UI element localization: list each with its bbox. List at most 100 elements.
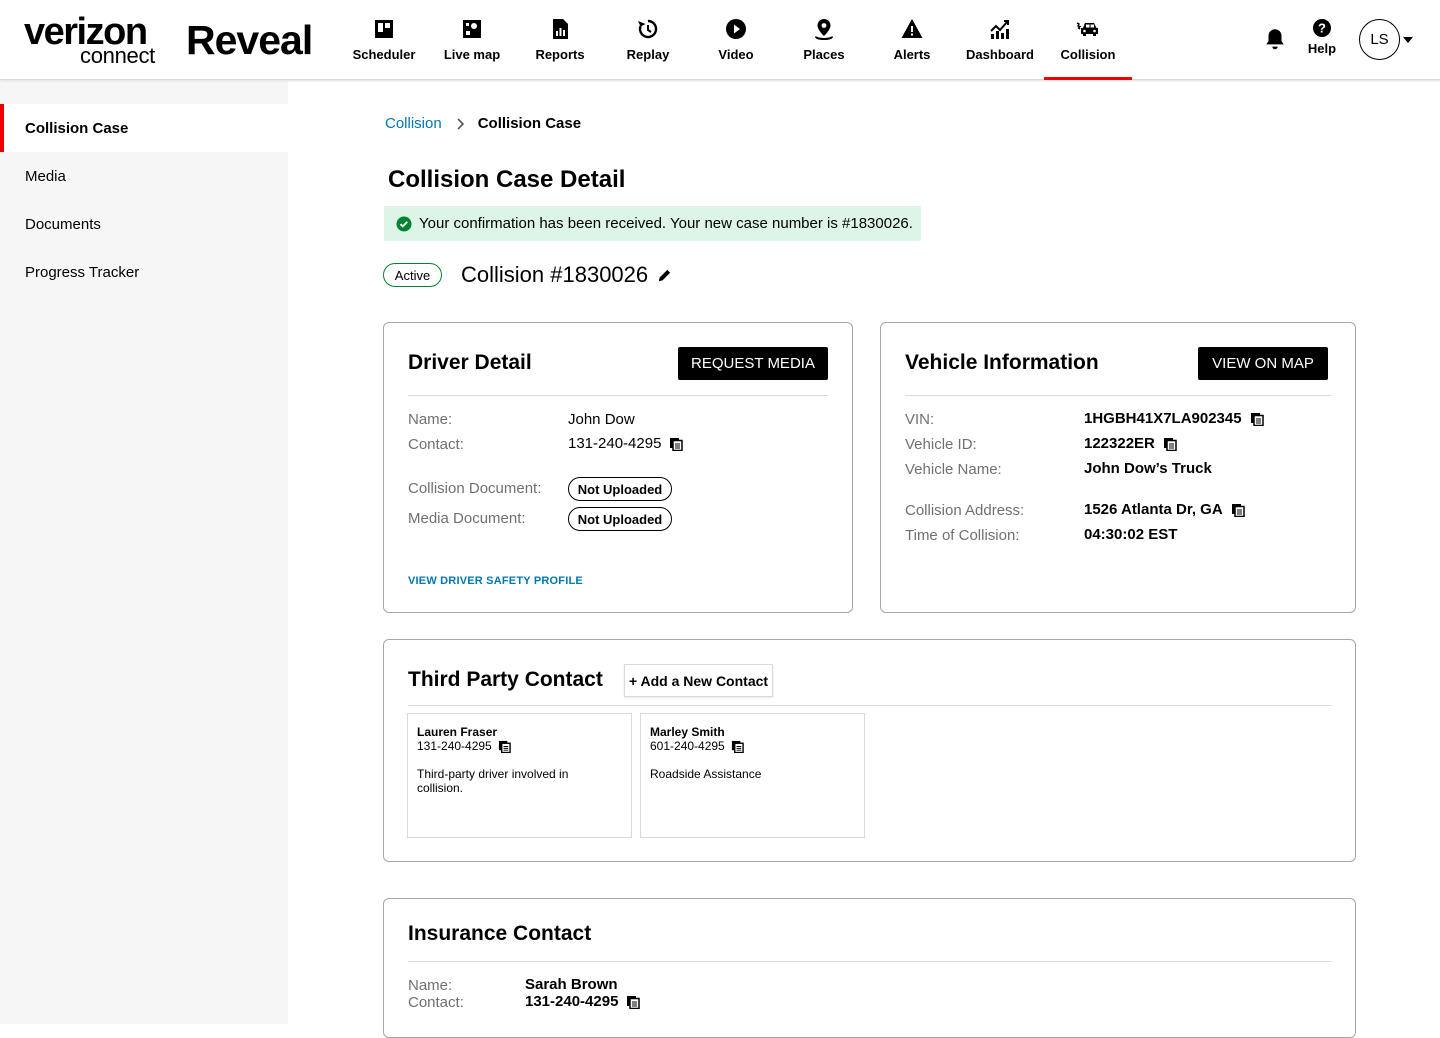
alert-triangle-icon <box>901 19 923 38</box>
contact-phone: 131-240-4295 <box>417 739 622 753</box>
nav-video[interactable]: Video <box>692 0 780 80</box>
contact-phone-text: 131-240-4295 <box>417 739 492 753</box>
driver-safety-profile-link[interactable]: VIEW DRIVER SAFETY PROFILE <box>408 575 583 587</box>
driver-detail-card: Driver Detail REQUEST MEDIA Name: John D… <box>383 322 853 613</box>
sidebar-item-collision-case[interactable]: Collision Case <box>0 104 288 152</box>
copy-icon[interactable] <box>669 437 684 451</box>
vehicle-name-text: John Dow’s Truck <box>1084 460 1212 477</box>
logo-connect-text: connect <box>80 43 155 68</box>
copy-icon[interactable] <box>626 995 641 1009</box>
breadcrumb: Collision Collision Case <box>385 115 581 132</box>
driver-name-value: John Dow <box>568 411 635 428</box>
breadcrumb-collision-link[interactable]: Collision <box>385 115 442 132</box>
nav-dashboard[interactable]: Dashboard <box>956 0 1044 80</box>
collision-address-text: 1526 Atlanta Dr, GA <box>1084 501 1223 518</box>
collision-address-label: Collision Address: <box>905 502 1025 519</box>
user-avatar[interactable]: LS <box>1359 19 1400 60</box>
vehicle-information-title: Vehicle Information <box>905 351 1099 374</box>
chevron-right-icon <box>457 117 464 130</box>
vehicle-name-label: Vehicle Name: <box>905 461 1002 478</box>
nav-label: Dashboard <box>966 47 1034 62</box>
divider <box>408 961 1331 962</box>
divider <box>905 395 1331 396</box>
places-pin-icon <box>815 19 833 41</box>
request-media-button[interactable]: REQUEST MEDIA <box>678 347 828 380</box>
sidebar: Collision Case Media Documents Progress … <box>0 81 288 1024</box>
vehicle-id-value: 122322ER <box>1084 435 1177 452</box>
vehicle-information-card: Vehicle Information VIEW ON MAP VIN: 1HG… <box>880 322 1356 613</box>
vin-text: 1HGBH41X7LA902345 <box>1084 410 1242 427</box>
driver-detail-title: Driver Detail <box>408 351 532 374</box>
insurance-name-value: Sarah Brown <box>525 976 618 993</box>
vehicle-id-label: Vehicle ID: <box>905 436 977 453</box>
collision-time-label: Time of Collision: <box>905 527 1020 544</box>
vin-value: 1HGBH41X7LA902345 <box>1084 410 1264 427</box>
copy-icon[interactable] <box>498 740 511 753</box>
nav-places[interactable]: Places <box>780 0 868 80</box>
copy-icon[interactable] <box>1163 437 1177 451</box>
collision-document-label: Collision Document: <box>408 480 542 497</box>
page-title: Collision Case Detail <box>388 166 626 193</box>
caret-down-icon[interactable] <box>1403 36 1413 44</box>
sidebar-item-media[interactable]: Media <box>0 152 288 200</box>
insurance-contact-label: Contact: <box>408 994 464 1011</box>
third-party-contact-title: Third Party Contact <box>408 668 603 691</box>
collision-address-value: 1526 Atlanta Dr, GA <box>1084 501 1245 518</box>
vehicle-name-value: John Dow’s Truck <box>1084 460 1212 477</box>
reports-icon <box>553 19 568 39</box>
edit-pencil-icon[interactable] <box>657 268 672 283</box>
verizon-connect-logo[interactable]: verizon connect <box>24 12 164 68</box>
dashboard-chart-icon <box>990 20 1009 39</box>
nav-label: Replay <box>626 47 670 62</box>
contact-name: Marley Smith <box>650 725 725 739</box>
nav-label: Alerts <box>893 47 931 62</box>
copy-icon[interactable] <box>1231 503 1245 517</box>
nav-label: Places <box>803 47 845 62</box>
nav-scheduler[interactable]: Scheduler <box>340 0 428 80</box>
view-on-map-button[interactable]: VIEW ON MAP <box>1198 347 1328 380</box>
copy-icon[interactable] <box>731 740 744 753</box>
breadcrumb-current: Collision Case <box>477 115 582 132</box>
insurance-contact-text: 131-240-4295 <box>525 993 619 1010</box>
insurance-contact-card: Insurance Contact Name: Sarah Brown Cont… <box>383 898 1356 1038</box>
video-play-icon <box>726 19 746 39</box>
insurance-name-label: Name: <box>408 977 453 994</box>
svg-text:?: ? <box>1318 21 1326 36</box>
collision-car-icon <box>1076 22 1098 36</box>
contact-phone: 601-240-4295 <box>650 739 855 753</box>
add-new-contact-button[interactable]: + Add a New Contact <box>624 664 773 697</box>
media-document-label: Media Document: <box>408 510 526 527</box>
contact-card[interactable]: Lauren Fraser 131-240-4295 Third-party d… <box>407 713 632 838</box>
driver-contact-value: 131-240-4295 <box>568 435 684 452</box>
contact-description: Third-party driver involved in collision… <box>417 767 569 795</box>
main-nav: Scheduler Live map Reports Replay Video … <box>340 0 1132 80</box>
insurance-contact-title: Insurance Contact <box>408 922 592 945</box>
nav-collision[interactable]: Collision <box>1044 0 1132 80</box>
contact-phone-text: 601-240-4295 <box>650 739 725 753</box>
sidebar-item-progress-tracker[interactable]: Progress Tracker <box>0 248 288 296</box>
help-label: Help <box>1307 41 1337 56</box>
insurance-contact-value: 131-240-4295 <box>525 993 641 1010</box>
collision-time-value: 04:30:02 EST <box>1084 526 1177 543</box>
driver-name-label: Name: <box>408 411 453 428</box>
notification-bell-icon[interactable] <box>1262 26 1288 52</box>
status-badge: Active <box>383 263 442 287</box>
help-question-icon: ? <box>1313 19 1331 37</box>
help-button[interactable]: ? Help <box>1300 18 1344 56</box>
nav-alerts[interactable]: Alerts <box>868 0 956 80</box>
nav-label: Reports <box>535 47 585 62</box>
nav-reports[interactable]: Reports <box>516 0 604 80</box>
check-circle-icon <box>396 216 412 231</box>
media-document-status: Not Uploaded <box>568 507 672 531</box>
copy-icon[interactable] <box>1250 412 1264 426</box>
sidebar-item-documents[interactable]: Documents <box>0 200 288 248</box>
collision-time-text: 04:30:02 EST <box>1084 526 1178 543</box>
alert-message: Your confirmation has been received. You… <box>419 215 913 232</box>
contact-card[interactable]: Marley Smith 601-240-4295 Roadside Assis… <box>640 713 865 838</box>
nav-replay[interactable]: Replay <box>604 0 692 80</box>
vin-label: VIN: <box>905 411 935 428</box>
nav-live-map[interactable]: Live map <box>428 0 516 80</box>
divider <box>408 705 1331 706</box>
scheduler-icon <box>375 20 393 38</box>
